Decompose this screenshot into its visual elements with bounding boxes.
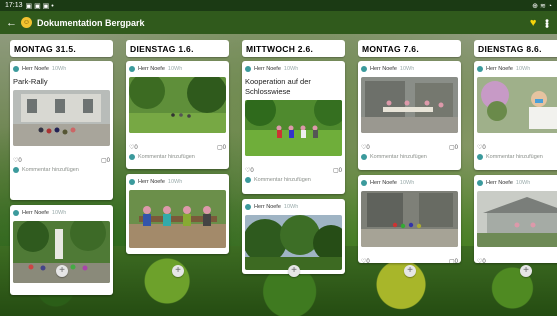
comment-count[interactable]: ▢0	[101, 157, 110, 164]
post-card[interactable]: Herr Noefe 10Wh	[126, 174, 229, 254]
add-post-button[interactable]: +	[288, 265, 300, 277]
post-author: Herr Noefe 10Wh	[13, 209, 110, 217]
page-title: Dokumentation Bergpark	[37, 17, 145, 28]
avatar	[477, 66, 483, 72]
post-photo[interactable]	[361, 191, 458, 247]
add-post-button[interactable]: +	[56, 265, 68, 277]
like-button[interactable]: ♡0	[245, 167, 254, 174]
column-montag-7-6: MONTAG 7.6. Herr Noefe 10Wh ♡0 ▢0 Komment…	[358, 40, 461, 268]
status-bar: 17:13 ▣ ▣ ▣ • ⊕ ≋ ◔	[0, 0, 557, 11]
post-photo[interactable]	[13, 90, 110, 146]
post-card[interactable]: Herr Noefe10Wh ♡0 ▢0 Kommentar hinzufüge…	[474, 61, 557, 170]
avatar	[245, 204, 251, 210]
avatar	[477, 153, 483, 160]
reactions-bar: ♡0 ▢0	[477, 143, 557, 151]
app-header: ← ☺ Dokumentation Bergpark ♥ •••	[0, 11, 557, 34]
post-photo[interactable]	[477, 77, 557, 133]
like-button[interactable]: ♡0	[477, 144, 486, 151]
post-author: Herr Noefe 10Wh	[245, 203, 342, 211]
post-author: Herr Noefe 10Wh	[129, 178, 226, 186]
post-author: Herr Noefe 10Wh	[129, 65, 226, 73]
column-header: DIENSTAG 8.6.	[474, 40, 557, 57]
system-icons: ⊕ ≋ ◔	[532, 2, 552, 10]
post-title: Park-Rally	[13, 77, 48, 86]
column-mittwoch-2-6: MITTWOCH 2.6. Herr Noefe 10Wh Kooperation…	[242, 40, 345, 279]
add-post-button[interactable]: +	[172, 265, 184, 277]
back-arrow-icon[interactable]: ←	[6, 17, 18, 29]
avatar	[13, 210, 19, 216]
post-author: Herr Noefe 10Wh	[477, 65, 557, 73]
post-author: Herr Noefe 10Wh	[361, 65, 458, 73]
post-card[interactable]: Herr Noefe 10Wh Park-Rally ♡0 ▢0 Kommenta…	[10, 61, 113, 200]
like-button[interactable]: ♡0	[13, 157, 22, 164]
more-options-icon[interactable]: •••	[541, 18, 553, 27]
post-author: Herr Noefe 10Wh	[13, 65, 110, 73]
notification-icons: ▣ ▣ ▣ •	[25, 2, 54, 10]
column-dienstag-1-6: DIENSTAG 1.6. Herr Noefe 10Wh ♡0 ▢0 Komme…	[126, 40, 229, 259]
avatar	[13, 166, 19, 173]
like-button[interactable]: ♡0	[361, 258, 370, 264]
reactions-bar: ♡0 ▢0	[13, 156, 110, 164]
comment-count[interactable]: ▢0	[217, 144, 226, 151]
post-photo[interactable]	[129, 190, 226, 248]
post-photo[interactable]	[129, 73, 227, 133]
post-photo[interactable]	[477, 191, 557, 247]
padlet-wall: MONTAG 31.5. Herr Noefe 10Wh Park-Rally ♡…	[0, 34, 557, 316]
post-card[interactable]: Herr Noefe10Wh ♡0 ▢0	[358, 175, 461, 263]
reactions-bar: ♡0 ▢0	[477, 257, 557, 264]
comment-count[interactable]: ▢0	[449, 258, 458, 264]
like-button[interactable]: ♡0	[129, 144, 138, 151]
add-comment-field[interactable]: Kommentar hinzufügen	[361, 152, 458, 161]
avatar	[361, 180, 367, 186]
avatar	[129, 179, 135, 185]
reactions-bar: ♡0 ▢0	[361, 143, 458, 151]
post-card[interactable]: Herr Noefe 10Wh	[242, 199, 345, 274]
add-comment-field[interactable]: Kommentar hinzufügen	[129, 152, 226, 161]
add-post-button[interactable]: +	[520, 265, 532, 277]
smiley-icon: ☺	[21, 17, 32, 28]
heart-icon[interactable]: ♥	[530, 17, 537, 29]
column-dienstag-8-6: DIENSTAG 8.6. Herr Noefe10Wh ♡0 ▢0 Komme…	[474, 40, 557, 268]
column-montag-31-5: MONTAG 31.5. Herr Noefe 10Wh Park-Rally ♡…	[10, 40, 113, 300]
reactions-bar: ♡0 ▢0	[245, 166, 342, 174]
post-card[interactable]: Herr Noefe 10Wh Kooperation auf der Schlo…	[242, 61, 345, 194]
avatar	[477, 180, 483, 186]
reactions-bar: ♡0 ▢0	[129, 143, 226, 151]
column-header: MONTAG 31.5.	[10, 40, 113, 57]
post-author: Herr Noefe 10Wh	[245, 65, 342, 73]
add-comment-field[interactable]: Kommentar hinzufügen	[245, 175, 342, 184]
clock: 17:13	[5, 2, 23, 9]
like-button[interactable]: ♡0	[477, 258, 486, 264]
post-author: Herr Noefe 10Wh	[361, 179, 458, 187]
avatar	[245, 176, 251, 183]
post-card[interactable]: Herr Noefe 10Wh	[10, 205, 113, 295]
avatar	[129, 153, 135, 160]
comment-count[interactable]: ▢0	[449, 144, 458, 151]
post-author: Herr Noefe 10Wh	[477, 179, 557, 187]
post-card[interactable]: Herr Noefe10Wh ♡0 ▢0	[474, 175, 557, 263]
column-header: MITTWOCH 2.6.	[242, 40, 345, 57]
post-title: Kooperation auf der Schlosswiese	[245, 77, 311, 96]
avatar	[245, 66, 251, 72]
column-header: DIENSTAG 1.6.	[126, 40, 229, 57]
post-card[interactable]: Herr Noefe10Wh ♡0 ▢0 Kommentar hinzufüge…	[358, 61, 461, 170]
like-button[interactable]: ♡0	[361, 144, 370, 151]
post-photo[interactable]	[244, 94, 345, 156]
column-header: MONTAG 7.6.	[358, 40, 461, 57]
post-photo[interactable]	[243, 215, 345, 270]
reactions-bar: ♡0 ▢0	[361, 257, 458, 264]
avatar	[129, 66, 135, 72]
post-card[interactable]: Herr Noefe10Wh ♡0 ▢0 Kommentar hinzufüge…	[126, 61, 229, 169]
avatar	[361, 66, 367, 72]
post-photo[interactable]	[361, 77, 458, 133]
add-comment-field[interactable]: Kommentar hinzufügen	[477, 152, 557, 161]
avatar	[13, 66, 19, 72]
add-comment-field[interactable]: Kommentar hinzufügen	[13, 165, 110, 174]
comment-count[interactable]: ▢0	[333, 167, 342, 174]
avatar	[361, 153, 367, 160]
add-post-button[interactable]: +	[404, 265, 416, 277]
